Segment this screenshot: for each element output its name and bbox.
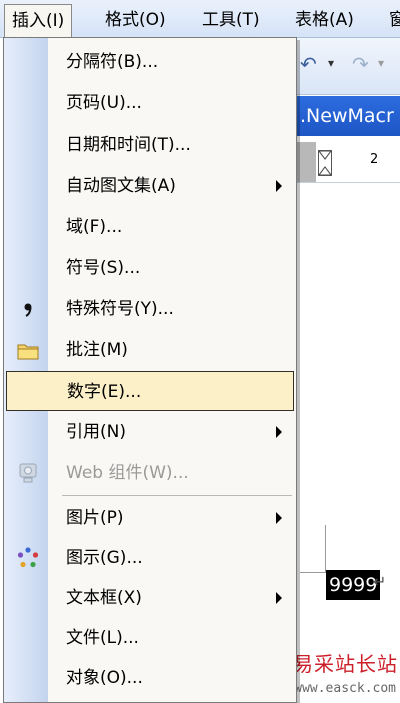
margin-corner-horizontal: [300, 572, 326, 573]
menu-item-label: 数字(E)...: [67, 382, 142, 402]
ruler-number: 2: [370, 152, 379, 167]
menu-item-page-numbers[interactable]: 页码(U)...: [4, 83, 296, 123]
menu-item-label: 图片(P): [66, 508, 124, 528]
menu-format[interactable]: 格式(O): [98, 6, 173, 34]
macro-window-title: .NewMacr: [294, 96, 400, 136]
undo-dropdown-icon[interactable]: ▾: [328, 56, 334, 70]
menu-window[interactable]: 窗: [382, 6, 400, 34]
redo-dropdown-icon[interactable]: ▾: [378, 56, 384, 70]
menu-item-label: 图示(G)...: [66, 548, 143, 568]
menu-item-label: 符号(S)...: [66, 258, 141, 278]
menu-item-label: 引用(N): [66, 422, 126, 442]
menu-item-label: 日期和时间(T)...: [66, 135, 191, 155]
submenu-arrow-icon: [276, 512, 282, 524]
menu-item-special-symbol[interactable]: 特殊符号(Y)...: [4, 289, 296, 329]
menu-item-reference[interactable]: 引用(N): [4, 412, 296, 452]
menu-item-object[interactable]: 对象(O)...: [4, 658, 296, 698]
menu-bar: 插入(I) 格式(O) 工具(T) 表格(A) 窗: [0, 0, 400, 39]
menu-separator: [62, 495, 292, 496]
watermark-url: www.easck.com: [294, 681, 396, 696]
menu-table[interactable]: 表格(A): [288, 6, 361, 34]
web-component-icon: [16, 461, 40, 485]
menu-item-file[interactable]: 文件(L)...: [4, 618, 296, 658]
menu-item-label: 文本框(X): [66, 588, 142, 608]
menu-item-web-component: Web 组件(W)...: [4, 453, 296, 493]
menu-item-text-box[interactable]: 文本框(X): [4, 578, 296, 618]
menu-item-field[interactable]: 域(F)...: [4, 207, 296, 247]
menu-item-picture[interactable]: 图片(P): [4, 498, 296, 538]
toolbar: ↶ ▾ ↷ ▾: [294, 38, 400, 95]
menu-item-label: 分隔符(B)...: [66, 52, 159, 72]
menu-item-label: Web 组件(W)...: [66, 463, 189, 483]
menu-item-label: 页码(U)...: [66, 93, 142, 113]
menu-item-label: 域(F)...: [66, 217, 123, 237]
menu-insert[interactable]: 插入(I): [4, 4, 73, 39]
menu-item-break[interactable]: 分隔符(B)...: [4, 42, 296, 82]
menu-item-label: 特殊符号(Y)...: [66, 299, 174, 319]
menu-item-label: 文件(L)...: [66, 628, 139, 648]
menu-item-diagram[interactable]: 图示(G)...: [4, 538, 296, 578]
comma-icon: [16, 297, 40, 321]
indent-marker-icon[interactable]: [318, 150, 332, 176]
watermark-title: 易采站长站: [293, 652, 398, 676]
undo-icon[interactable]: ↶: [300, 52, 317, 76]
submenu-arrow-icon: [276, 426, 282, 438]
watermark: 易采站长站 www.easck.com: [286, 648, 400, 703]
menu-tools[interactable]: 工具(T): [195, 6, 267, 34]
document-page[interactable]: [294, 183, 400, 703]
submenu-arrow-icon: [276, 180, 282, 192]
ruler-margin: [294, 142, 316, 182]
paragraph-mark: ↵: [373, 572, 387, 591]
menu-item-label: 批注(M): [66, 340, 128, 360]
menu-item-comment[interactable]: 批注(M): [4, 330, 296, 370]
menu-item-label: 对象(O)...: [66, 668, 143, 688]
menu-item-date-time[interactable]: 日期和时间(T)...: [4, 125, 296, 165]
menu-item-symbol[interactable]: 符号(S)...: [4, 248, 296, 288]
folder-note-icon: [16, 338, 40, 362]
margin-corner-vertical: [325, 525, 326, 573]
menu-item-number[interactable]: 数字(E)...: [6, 371, 294, 411]
menu-item-label: 自动图文集(A): [66, 176, 176, 196]
diagram-icon: [16, 546, 40, 570]
menu-item-autotext[interactable]: 自动图文集(A): [4, 166, 296, 206]
redo-icon[interactable]: ↷: [352, 52, 369, 76]
insert-menu-dropdown: 分隔符(B)... 页码(U)... 日期和时间(T)... 自动图文集(A) …: [3, 37, 297, 703]
submenu-arrow-icon: [276, 592, 282, 604]
